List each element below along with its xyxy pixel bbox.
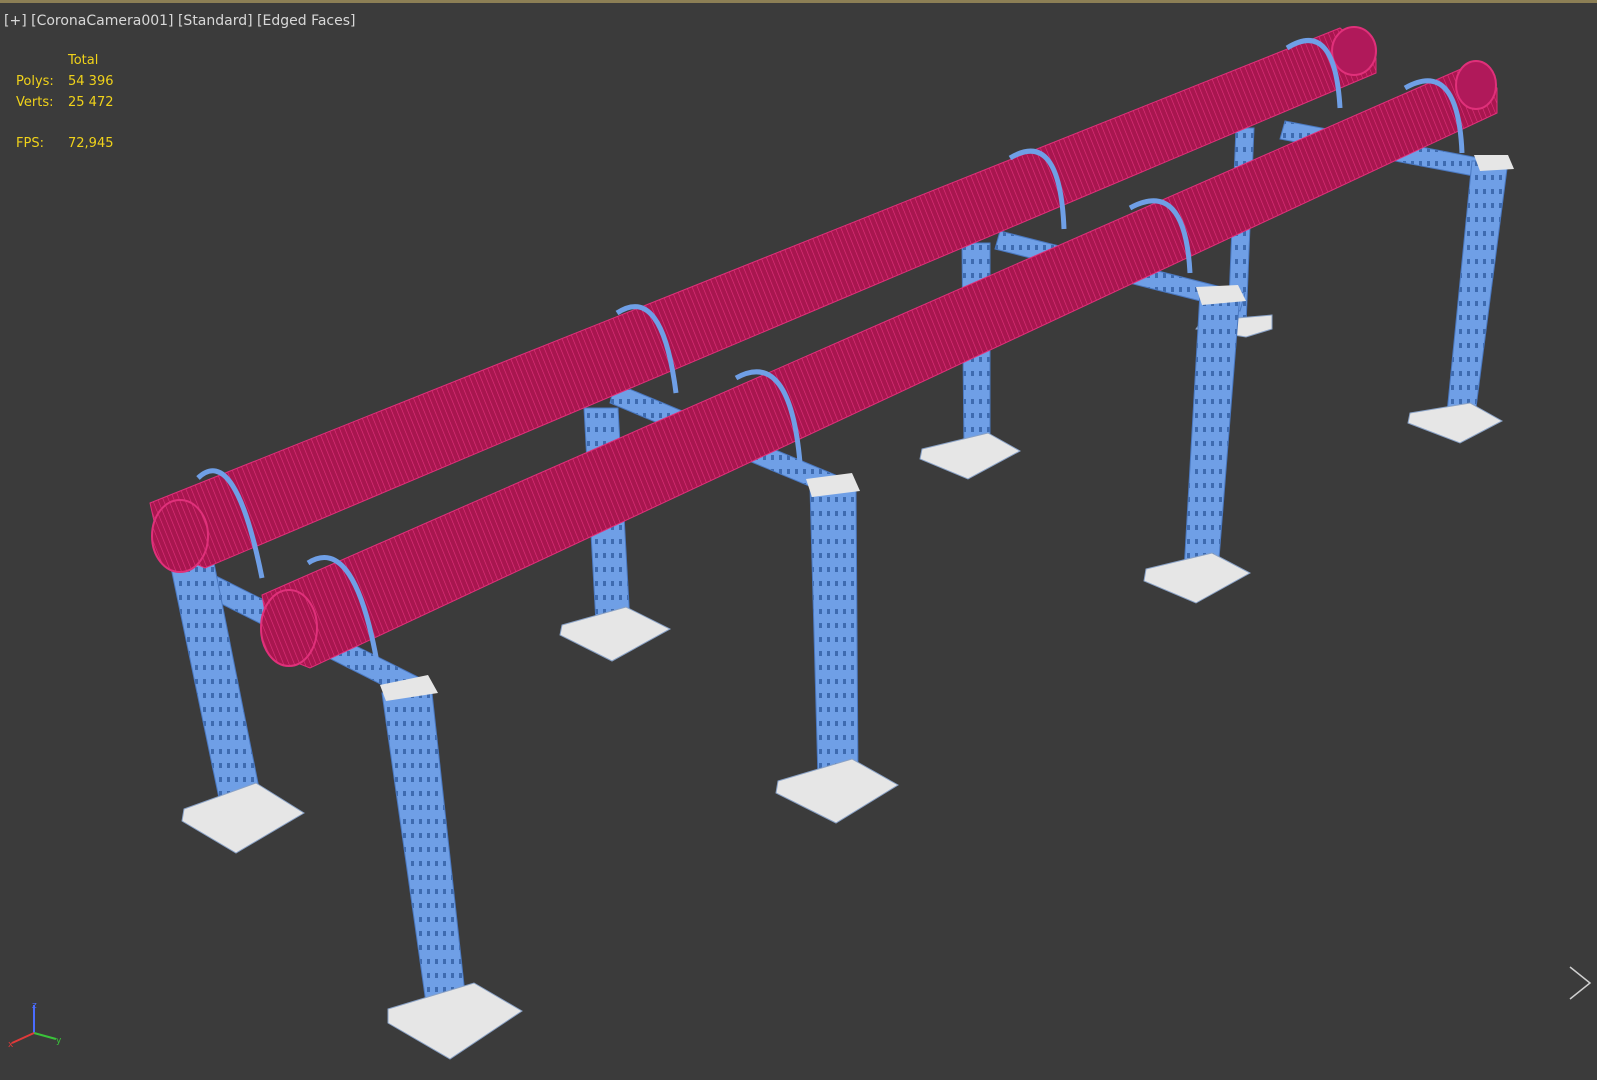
polys-value: 54 396 [68,74,114,89]
verts-value: 25 472 [68,95,114,110]
mid-front-right-plate [775,758,899,824]
axis-z-label: z [32,1001,37,1011]
viewcube-chevron-icon[interactable] [1568,965,1594,1001]
stats-total-header: Total [68,53,99,68]
front-right-leg [381,692,467,1004]
scene-render[interactable] [0,3,1597,1080]
back-right-plate [1407,402,1504,444]
viewport-edged-faces[interactable]: [Edged Faces] [257,13,355,29]
viewport-menu-plus[interactable]: [+] [4,13,27,29]
fps-label: FPS: [16,136,44,151]
back-right-cap [1474,155,1514,171]
viewport-camera-menu[interactable]: [CoronaCamera001] [31,13,173,29]
viewport-label: [+] [CoronaCamera001] [Standard] [Edged … [4,13,356,29]
mid-front-right-leg [809,486,859,780]
mid-back-right-leg [1183,292,1241,572]
3d-viewport[interactable]: [+] [CoronaCamera001] [Standard] [Edged … [0,0,1597,1080]
mid-back-left-plate [919,432,1022,480]
verts-label: Verts: [16,95,54,110]
axis-x-label: x [8,1040,14,1050]
viewport-shading-standard[interactable]: [Standard] [178,13,253,29]
pipe-2[interactable] [260,60,1498,669]
back-right-leg [1445,160,1509,424]
fps-value: 72,945 [68,136,114,151]
front-left-plate [181,782,305,854]
mid-back-right-plate [1143,552,1252,604]
axis-tripod-icon: z y x [8,1001,62,1050]
axis-y-label: y [56,1036,62,1046]
front-right-plate [387,982,523,1060]
polys-label: Polys: [16,74,54,89]
mid-front-left-plate [559,606,672,662]
